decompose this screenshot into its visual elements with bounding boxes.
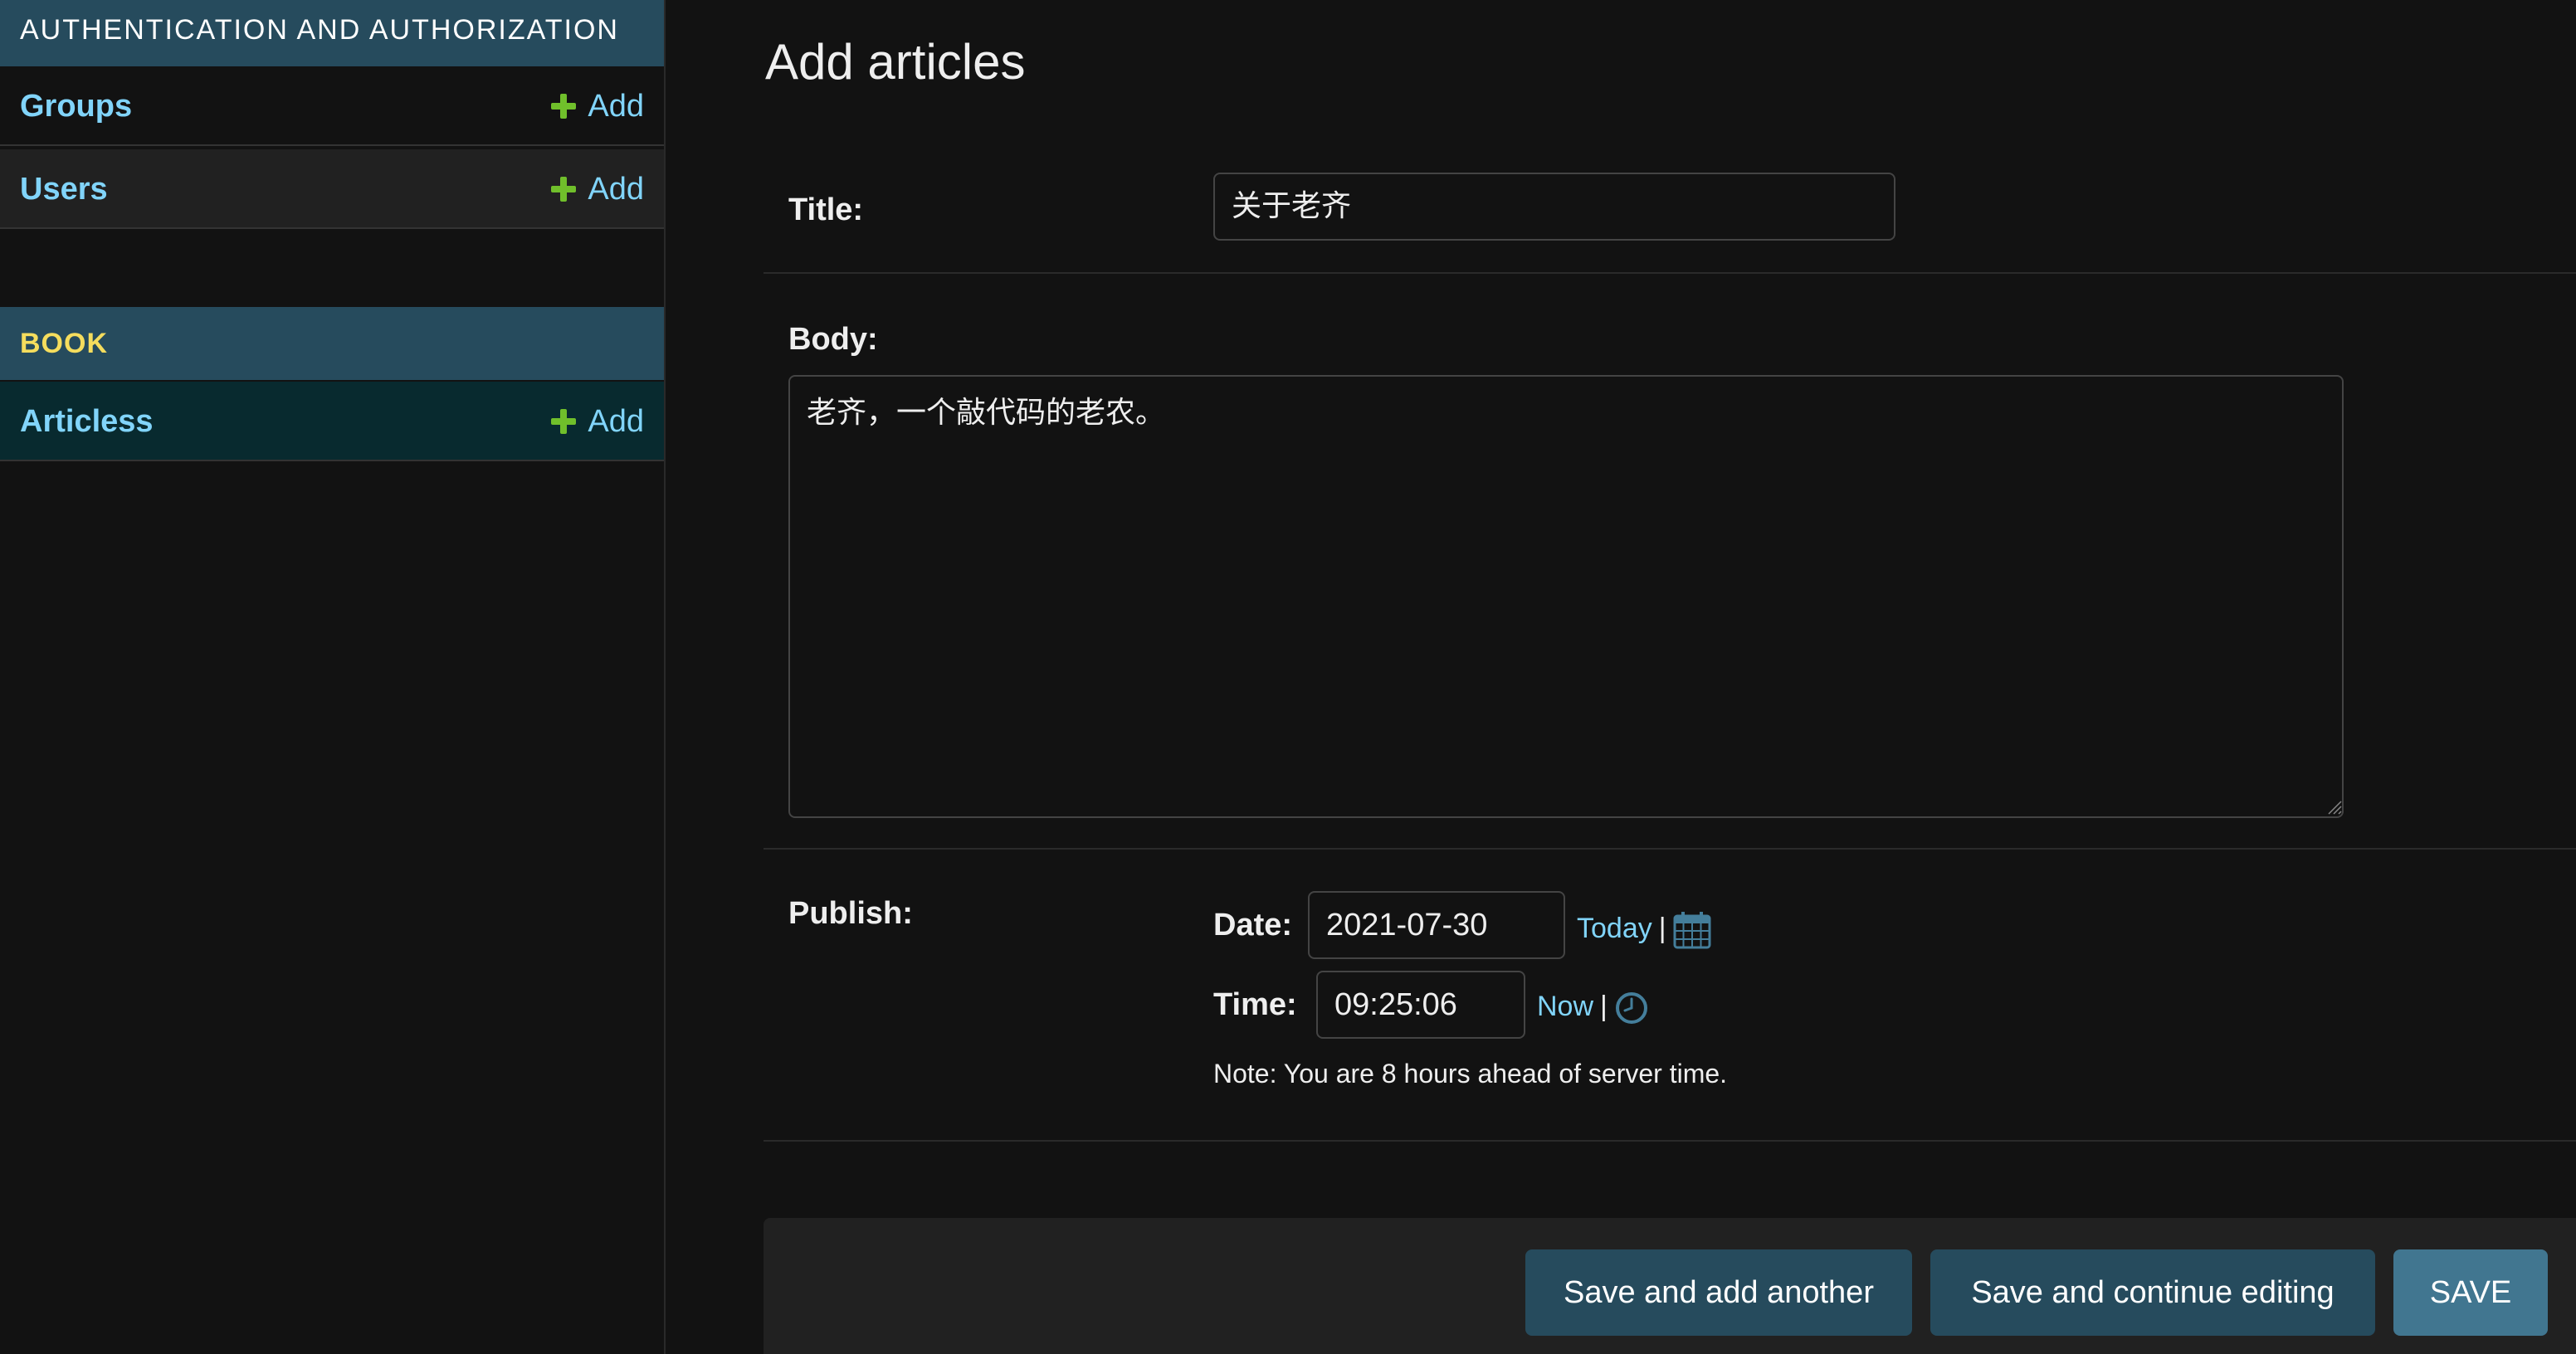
title-input[interactable]: 关于老齐 bbox=[1213, 173, 1895, 241]
submit-row: Save and add another Save and continue e… bbox=[764, 1218, 2576, 1354]
body-textarea[interactable]: 老齐，一个敲代码的老农。 bbox=[788, 375, 2344, 818]
now-link[interactable]: Now bbox=[1537, 991, 1593, 1022]
sidebar-item-groups-link[interactable]: Groups bbox=[20, 66, 132, 146]
articles-add-label: Add bbox=[588, 404, 644, 439]
plus-icon bbox=[551, 94, 577, 119]
date-shortcuts: Today | bbox=[1577, 911, 1711, 949]
sidebar-nav: AUTHENTICATION AND AUTHORIZATION Groups … bbox=[0, 0, 666, 1354]
publish-label: Publish: bbox=[788, 896, 913, 931]
plus-icon bbox=[551, 177, 577, 202]
calendar-icon[interactable] bbox=[1673, 911, 1711, 949]
shortcut-separator: | bbox=[1658, 912, 1666, 944]
time-shortcuts: Now | bbox=[1537, 991, 1649, 1025]
module-caption-auth[interactable]: AUTHENTICATION AND AUTHORIZATION bbox=[0, 0, 664, 66]
field-divider bbox=[764, 1140, 2576, 1142]
sidebar-item-articles: Articless Add bbox=[0, 382, 664, 461]
clock-icon[interactable] bbox=[1614, 991, 1649, 1025]
today-link[interactable]: Today bbox=[1577, 913, 1652, 944]
users-add-link[interactable]: Add bbox=[551, 149, 644, 229]
resize-grip-icon[interactable] bbox=[2325, 798, 2342, 815]
plus-icon bbox=[551, 409, 577, 434]
save-button[interactable]: SAVE bbox=[2393, 1249, 2548, 1336]
field-divider bbox=[764, 848, 2576, 850]
shortcut-separator: | bbox=[1600, 991, 1608, 1022]
users-add-label: Add bbox=[588, 172, 644, 207]
main-content: Add articles Title: 关于老齐 Body: 老齐，一个敲代码的… bbox=[666, 0, 2576, 1354]
save-and-continue-button[interactable]: Save and continue editing bbox=[1930, 1249, 2375, 1336]
sidebar-item-users: Users Add bbox=[0, 149, 664, 229]
articles-add-link[interactable]: Add bbox=[551, 382, 644, 461]
groups-add-label: Add bbox=[588, 89, 644, 124]
page-title: Add articles bbox=[765, 34, 1026, 90]
save-and-add-another-button[interactable]: Save and add another bbox=[1525, 1249, 1912, 1336]
admin-page: AUTHENTICATION AND AUTHORIZATION Groups … bbox=[0, 0, 2576, 1354]
groups-add-link[interactable]: Add bbox=[551, 66, 644, 146]
title-label: Title: bbox=[788, 192, 864, 227]
sidebar-item-articles-link[interactable]: Articless bbox=[20, 382, 154, 461]
date-label: Date: bbox=[1213, 908, 1293, 942]
sidebar-item-users-link[interactable]: Users bbox=[20, 149, 108, 229]
body-label: Body: bbox=[788, 322, 878, 357]
time-label: Time: bbox=[1213, 987, 1297, 1022]
time-input[interactable]: 09:25:06 bbox=[1316, 971, 1525, 1039]
module-caption-book[interactable]: BOOK bbox=[0, 307, 664, 380]
sidebar-item-groups: Groups Add bbox=[0, 66, 664, 146]
timezone-note: Note: You are 8 hours ahead of server ti… bbox=[1213, 1059, 1728, 1089]
date-input[interactable]: 2021-07-30 bbox=[1308, 891, 1565, 959]
field-divider bbox=[764, 272, 2576, 274]
